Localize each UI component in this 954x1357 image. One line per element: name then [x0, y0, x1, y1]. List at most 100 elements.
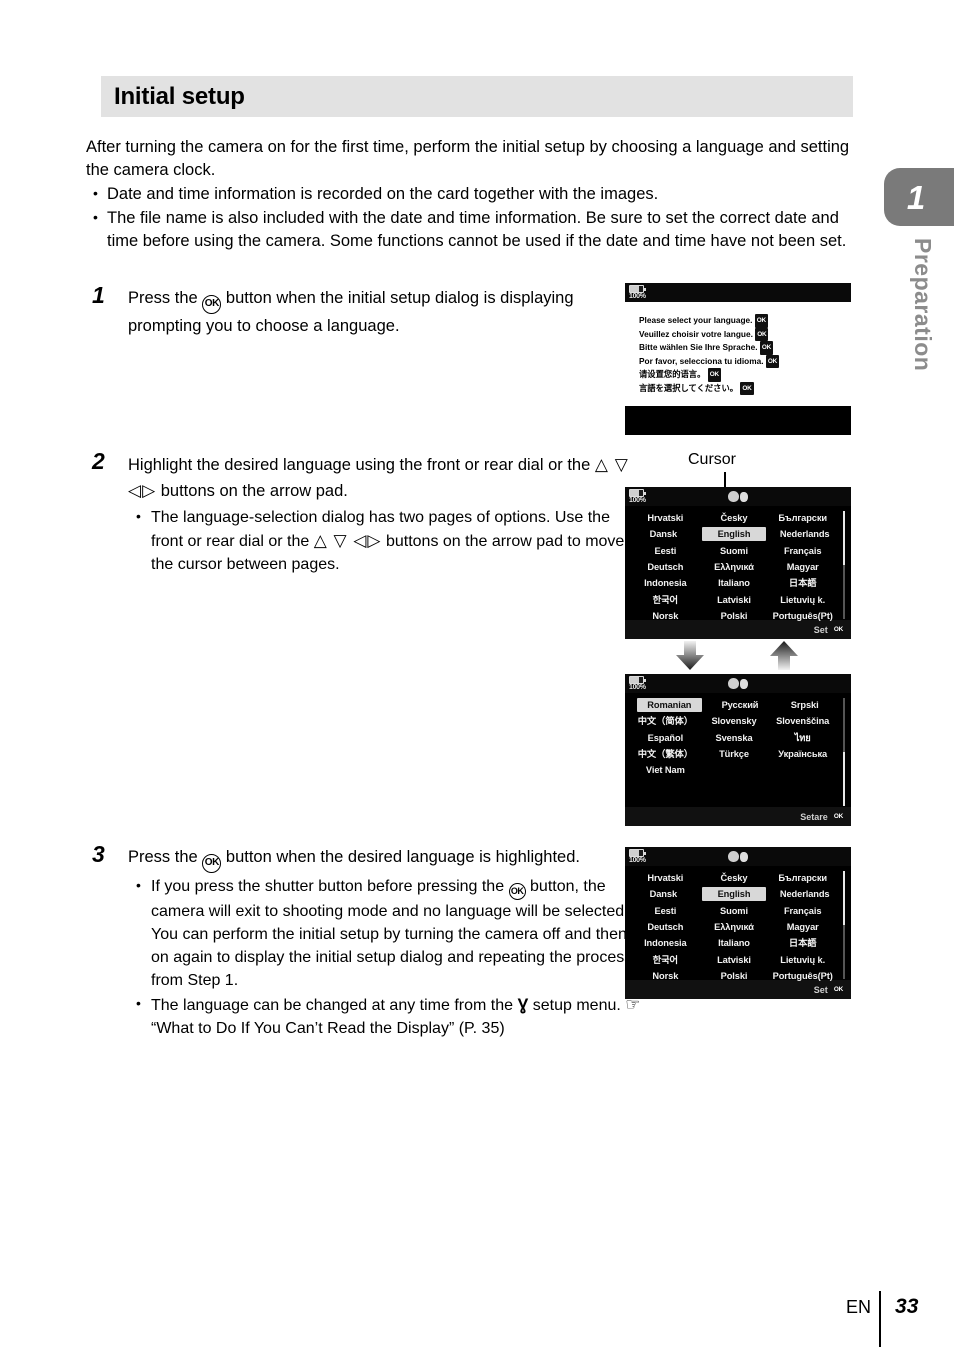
- language-option-0[interactable]: Hrvatski: [631, 511, 700, 525]
- battery-icon: [629, 489, 646, 497]
- language-option-1[interactable]: Latviski: [700, 593, 769, 607]
- ok-badge-icon: OK: [754, 314, 768, 328]
- language-option-2[interactable]: Português(Pt): [768, 969, 837, 983]
- language-option-2[interactable]: Lietuvių k.: [768, 953, 837, 967]
- language-option-1[interactable]: Русский: [708, 698, 773, 712]
- step-bullet-list: If you press the shutter button before p…: [128, 874, 646, 1040]
- language-grid[interactable]: Hrvatski Česky Български Dansk English Nederl…: [625, 866, 851, 981]
- battery-percent: 100%: [629, 497, 646, 504]
- dialog-line: Por favor, selecciona tu idioma. OK: [639, 354, 851, 368]
- language-option-0[interactable]: Dansk: [631, 527, 696, 541]
- step-text-before: Highlight the desired language using the…: [128, 456, 591, 474]
- language-grid[interactable]: Hrvatski Česky Български Dansk English Nederl…: [625, 506, 851, 623]
- step-text-after: buttons on the arrow pad.: [160, 482, 348, 500]
- step-text-before: Press the: [128, 848, 198, 866]
- language-option-2[interactable]: Lietuvių k.: [768, 593, 837, 607]
- step-text: Press the OK button when the desired lan…: [128, 845, 646, 873]
- language-option-1[interactable]: English: [701, 887, 767, 902]
- language-option-2[interactable]: Nederlands: [772, 887, 837, 901]
- step-1: 1 Press the OK button when the initial s…: [86, 282, 626, 339]
- language-option-0[interactable]: 한국어: [631, 593, 700, 607]
- language-option-1[interactable]: Česky: [700, 511, 769, 525]
- language-option-0[interactable]: Eesti: [631, 544, 700, 558]
- language-option-2[interactable]: Português(Pt): [768, 609, 837, 623]
- language-option-1[interactable]: Italiano: [700, 936, 769, 950]
- language-option-0[interactable]: Dansk: [631, 887, 696, 901]
- step-text: Highlight the desired language using the…: [128, 452, 641, 504]
- language-option-1[interactable]: Polski: [700, 969, 769, 983]
- language-row: Viet Nam: [631, 762, 837, 778]
- language-option-1[interactable]: Ελληνικά: [700, 560, 769, 574]
- language-row: Dansk English Nederlands: [631, 886, 837, 902]
- language-option-2[interactable]: ไทย: [768, 731, 837, 745]
- set-label: Set: [813, 624, 828, 635]
- language-option-2[interactable]: Français: [768, 904, 837, 918]
- scrollbar[interactable]: [842, 698, 845, 806]
- language-row: Norsk Polski Português(Pt): [631, 968, 837, 984]
- language-option-1[interactable]: Ελληνικά: [700, 920, 769, 934]
- battery-percent: 100%: [629, 293, 646, 300]
- language-globe-icon: [728, 491, 748, 502]
- screen-status-bar: 100%: [625, 674, 851, 693]
- language-row: Eesti Suomi Français: [631, 543, 837, 559]
- language-option-2[interactable]: Magyar: [768, 920, 837, 934]
- list-item: The file name is also included with the …: [86, 206, 861, 253]
- language-option-2[interactable]: 日本語: [768, 936, 837, 950]
- language-option-1[interactable]: Suomi: [700, 904, 769, 918]
- language-option-0[interactable]: Español: [631, 731, 700, 745]
- step-number: 1: [92, 282, 105, 308]
- language-option-0[interactable]: Deutsch: [631, 560, 700, 574]
- language-option-2[interactable]: Български: [768, 871, 837, 885]
- language-option-2[interactable]: Magyar: [768, 560, 837, 574]
- language-option-2[interactable]: Slovenščina: [768, 714, 837, 728]
- language-option-1[interactable]: Latviski: [700, 953, 769, 967]
- language-option-1[interactable]: Česky: [700, 871, 769, 885]
- language-option-1[interactable]: Polski: [700, 609, 769, 623]
- language-globe-icon: [728, 678, 748, 689]
- language-option-0[interactable]: Deutsch: [631, 920, 700, 934]
- language-option-2[interactable]: Українська: [768, 747, 837, 761]
- language-option-1[interactable]: Slovensky: [700, 714, 769, 728]
- language-option-0[interactable]: Romanian: [637, 698, 702, 713]
- language-option-0[interactable]: Norsk: [631, 969, 700, 983]
- language-option-2[interactable]: 日本語: [768, 576, 837, 590]
- language-grid[interactable]: Romanian Русский Srpski 中文（简体） Slovensky Slov…: [625, 693, 851, 807]
- camera-screen-language-confirm: 100% Hrvatski Česky Български Dansk English N…: [625, 847, 851, 999]
- page-footer: EN 33: [846, 1291, 919, 1347]
- chapter-tab: 1: [884, 168, 954, 226]
- arrow-up-icon: [767, 641, 801, 670]
- language-option-0[interactable]: Hrvatski: [631, 871, 700, 885]
- footer-language-code: EN: [846, 1296, 872, 1317]
- language-option-1[interactable]: Türkçe: [700, 747, 769, 761]
- list-item: The language can be changed at any time …: [128, 992, 646, 1040]
- language-option-2[interactable]: Srpski: [772, 698, 837, 712]
- setup-menu-wrench-icon: Ɣ: [517, 994, 529, 1014]
- language-option-1[interactable]: Svenska: [700, 731, 769, 745]
- language-option-0[interactable]: 한국어: [631, 953, 700, 967]
- dialog-footer: [625, 406, 851, 435]
- language-option-2[interactable]: Français: [768, 544, 837, 558]
- page-number: 33: [895, 1295, 919, 1318]
- set-label: Set: [813, 984, 828, 995]
- language-option-1[interactable]: Suomi: [700, 544, 769, 558]
- step-number: 3: [92, 841, 105, 867]
- language-option-0[interactable]: 中文（繁体）: [631, 747, 700, 761]
- language-option-0[interactable]: Norsk: [631, 609, 700, 623]
- dialog-line: Veuillez choisir votre langue. OK: [639, 327, 851, 341]
- scrollbar[interactable]: [842, 511, 845, 619]
- scrollbar[interactable]: [842, 871, 845, 979]
- language-option-1[interactable]: Italiano: [700, 576, 769, 590]
- language-option-1[interactable]: English: [701, 527, 767, 542]
- language-option-0[interactable]: Viet Nam: [631, 763, 700, 777]
- language-option-0[interactable]: Indonesia: [631, 576, 700, 590]
- intro-bullet-list: Date and time information is recorded on…: [86, 182, 861, 253]
- language-option-2[interactable]: Nederlands: [772, 527, 837, 541]
- language-option-0[interactable]: Eesti: [631, 904, 700, 918]
- battery-percent: 100%: [629, 857, 646, 864]
- language-option-0[interactable]: Indonesia: [631, 936, 700, 950]
- cursor-callout-label: Cursor: [688, 451, 737, 468]
- step-2: 2 Highlight the desired language using t…: [86, 449, 641, 576]
- language-option-0[interactable]: 中文（简体）: [631, 714, 700, 728]
- language-option-2[interactable]: Български: [768, 511, 837, 525]
- ok-badge-icon: OK: [707, 368, 721, 382]
